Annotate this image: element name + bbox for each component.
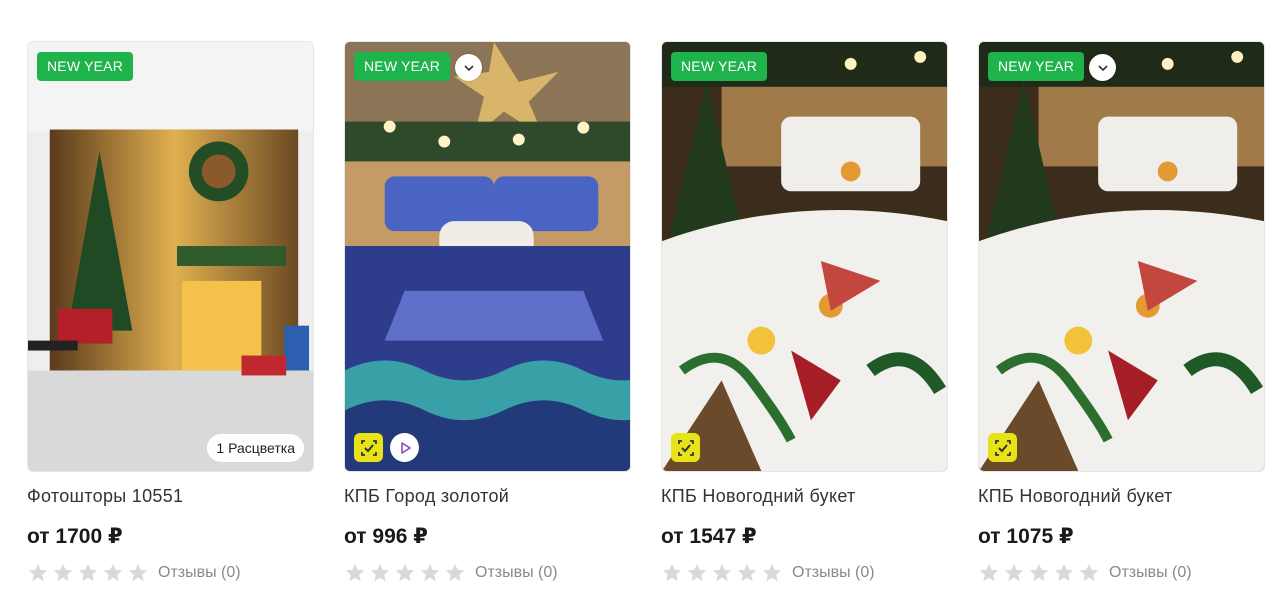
reviews-link[interactable]: Отзывы (0): [792, 564, 875, 582]
star-icon[interactable]: [52, 562, 74, 584]
rating-row: Отзывы (0): [978, 562, 1265, 584]
curtain-photo: [28, 42, 313, 471]
product-price: от 1700 ₽: [27, 525, 123, 548]
product-image[interactable]: NEW YEAR: [344, 41, 631, 472]
new-year-badge: NEW YEAR: [988, 52, 1085, 81]
star-icon[interactable]: [344, 562, 366, 584]
new-year-badge: NEW YEAR: [37, 52, 134, 81]
product-price: от 1547 ₽: [661, 525, 757, 548]
product-price: от 996 ₽: [344, 525, 428, 548]
new-year-badge: NEW YEAR: [354, 52, 451, 81]
quality-check-icon: [671, 433, 700, 462]
product-title[interactable]: КПБ Новогодний букет: [978, 486, 1265, 507]
star-icon[interactable]: [102, 562, 124, 584]
star-icon[interactable]: [369, 562, 391, 584]
reviews-link[interactable]: Отзывы (0): [475, 564, 558, 582]
star-rating[interactable]: [27, 562, 149, 584]
video-play-icon[interactable]: [390, 433, 419, 462]
star-icon[interactable]: [27, 562, 49, 584]
star-rating[interactable]: [661, 562, 783, 584]
star-icon[interactable]: [419, 562, 441, 584]
product-image[interactable]: NEW YEAR: [978, 41, 1265, 472]
star-icon[interactable]: [127, 562, 149, 584]
star-icon[interactable]: [661, 562, 683, 584]
reviews-link[interactable]: Отзывы (0): [158, 564, 241, 582]
rating-row: Отзывы (0): [344, 562, 631, 584]
rating-row: Отзывы (0): [661, 562, 948, 584]
bedding-photo: [662, 42, 947, 471]
product-title[interactable]: КПБ Новогодний букет: [661, 486, 948, 507]
star-rating[interactable]: [344, 562, 466, 584]
bedding-photo: [345, 42, 630, 471]
product-image[interactable]: NEW YEAR: [661, 41, 948, 472]
star-icon[interactable]: [1003, 562, 1025, 584]
star-rating[interactable]: [978, 562, 1100, 584]
star-icon[interactable]: [1078, 562, 1100, 584]
product-title[interactable]: КПБ Город золотой: [344, 486, 631, 507]
product-grid: NEW YEAR 1 Расцветка Фотошторы 10551 от …: [27, 41, 1265, 584]
new-year-badge: NEW YEAR: [671, 52, 768, 81]
bedding-photo: [979, 42, 1264, 471]
product-price: от 1075 ₽: [978, 525, 1074, 548]
star-icon[interactable]: [444, 562, 466, 584]
star-icon[interactable]: [711, 562, 733, 584]
product-image[interactable]: NEW YEAR 1 Расцветка: [27, 41, 314, 472]
star-icon[interactable]: [736, 562, 758, 584]
star-icon[interactable]: [394, 562, 416, 584]
product-card[interactable]: NEW YEAR 1 Расцветка Фотошторы 10551 от …: [27, 41, 314, 584]
product-card[interactable]: NEW YEAR КПБ Город золотой от 996 ₽ Отзы…: [344, 41, 631, 584]
star-icon[interactable]: [1028, 562, 1050, 584]
star-icon[interactable]: [978, 562, 1000, 584]
color-count-badge[interactable]: 1 Расцветка: [207, 434, 304, 462]
quality-check-icon: [988, 433, 1017, 462]
chevron-down-icon[interactable]: [1089, 54, 1116, 81]
product-card[interactable]: NEW YEAR КПБ Новогодний букет от 1547 ₽ …: [661, 41, 948, 584]
star-icon[interactable]: [686, 562, 708, 584]
star-icon[interactable]: [77, 562, 99, 584]
star-icon[interactable]: [761, 562, 783, 584]
chevron-down-icon[interactable]: [455, 54, 482, 81]
product-title[interactable]: Фотошторы 10551: [27, 486, 314, 507]
quality-check-icon: [354, 433, 383, 462]
star-icon[interactable]: [1053, 562, 1075, 584]
rating-row: Отзывы (0): [27, 562, 314, 584]
reviews-link[interactable]: Отзывы (0): [1109, 564, 1192, 582]
product-card[interactable]: NEW YEAR КПБ Новогодний букет от 1075 ₽ …: [978, 41, 1265, 584]
